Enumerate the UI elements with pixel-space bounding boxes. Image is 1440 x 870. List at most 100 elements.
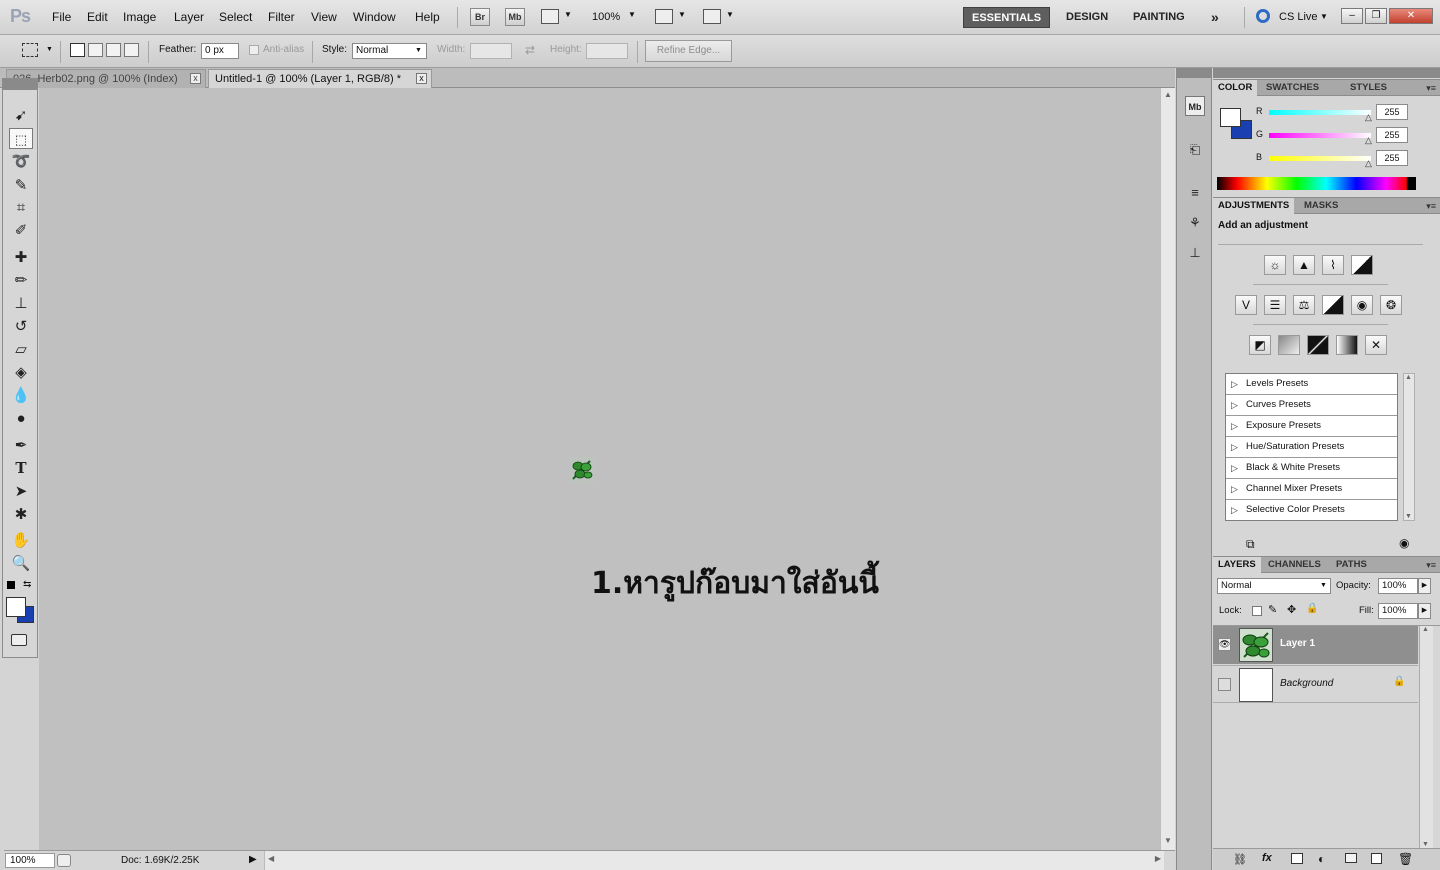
clone-source-panel-icon[interactable]: ⊥	[1185, 243, 1205, 263]
fx-icon[interactable]: fx	[1262, 852, 1272, 864]
menu-layer[interactable]: Layer	[174, 10, 204, 24]
lock-image-icon[interactable]: ✎	[1268, 603, 1277, 616]
subtract-from-selection-icon[interactable]	[106, 43, 121, 57]
opacity-slider-arrow-icon[interactable]: ▶	[1418, 578, 1431, 594]
black-white-icon[interactable]	[1322, 295, 1344, 315]
layer-row-layer-1[interactable]: 👁 Layer 1	[1213, 626, 1418, 664]
custom-shape-tool-icon[interactable]: ✱	[9, 504, 33, 525]
menu-window[interactable]: Window	[353, 10, 396, 24]
zoom-level[interactable]: 100%	[592, 11, 620, 23]
vibrance-icon[interactable]: V	[1235, 295, 1257, 315]
blue-slider[interactable]	[1269, 156, 1371, 161]
posterize-icon[interactable]	[1278, 335, 1300, 355]
presets-scrollbar[interactable]: ▲ ▼	[1403, 373, 1415, 521]
opacity-input[interactable]: 100%	[1378, 578, 1418, 594]
menu-select[interactable]: Select	[219, 10, 252, 24]
tab-untitled-1[interactable]: Untitled-1 @ 100% (Layer 1, RGB/8) * x	[208, 69, 432, 88]
menu-file[interactable]: File	[52, 10, 71, 24]
foreground-color-swatch[interactable]	[1220, 108, 1241, 127]
clone-stamp-tool-icon[interactable]: ⊥	[9, 293, 33, 314]
tools-panel-header[interactable]	[3, 79, 37, 90]
history-panel-icon[interactable]: ⎗	[1185, 140, 1205, 160]
arrange-documents-icon[interactable]	[655, 9, 673, 24]
marquee-tool-icon[interactable]: ⬚	[9, 128, 33, 149]
channel-mixer-icon[interactable]: ❂	[1380, 295, 1402, 315]
add-mask-icon[interactable]	[1291, 853, 1303, 864]
healing-brush-tool-icon[interactable]: ✚	[9, 247, 33, 268]
panel-menu-icon[interactable]: ▾≡	[1426, 83, 1436, 94]
scroll-left-icon[interactable]: ◀	[268, 854, 274, 863]
restore-button[interactable]: ❐	[1365, 8, 1387, 24]
horizontal-scrollbar[interactable]: ◀ ▶	[264, 851, 1164, 870]
paint-bucket-tool-icon[interactable]: ◈	[9, 362, 33, 383]
visibility-eye-icon[interactable]: 👁	[1218, 638, 1231, 651]
rectangular-marquee-preset-icon[interactable]	[22, 43, 38, 57]
layer-row-background[interactable]: Background 🔒	[1213, 665, 1418, 703]
blur-tool-icon[interactable]: 💧	[9, 385, 33, 406]
quick-mask-icon[interactable]	[11, 634, 27, 646]
menu-help[interactable]: Help	[415, 10, 440, 24]
layers-scrollbar[interactable]: ▲ ▼	[1419, 626, 1433, 848]
document-canvas[interactable]	[39, 88, 1160, 850]
swap-dimensions-icon[interactable]: ⇄	[525, 43, 535, 57]
visibility-toggle-empty[interactable]	[1218, 678, 1231, 691]
scroll-down-icon[interactable]: ▼	[1405, 513, 1412, 520]
exposure-icon[interactable]	[1351, 255, 1373, 275]
add-to-selection-icon[interactable]	[88, 43, 103, 57]
hue-saturation-icon[interactable]: ☰	[1264, 295, 1286, 315]
preset-exposure[interactable]: ▷ Exposure Presets	[1226, 416, 1397, 437]
eyedropper-tool-icon[interactable]: ✐	[9, 220, 33, 241]
clip-to-layer-icon[interactable]: ◉	[1399, 536, 1409, 550]
fill-input[interactable]: 100%	[1378, 603, 1418, 619]
tab-adjustments[interactable]: ADJUSTMENTS	[1213, 198, 1295, 214]
preset-hue-saturation[interactable]: ▷ Hue/Saturation Presets	[1226, 437, 1397, 458]
workspace-essentials[interactable]: ESSENTIALS	[963, 7, 1051, 28]
scroll-down-icon[interactable]: ▼	[1164, 836, 1172, 845]
lasso-tool-icon[interactable]: ➰	[9, 151, 33, 172]
bridge-button[interactable]: Br	[470, 8, 490, 26]
icon-strip-header[interactable]	[1177, 68, 1211, 78]
cs-live-button[interactable]: CS Live	[1279, 11, 1318, 23]
tab-swatches[interactable]: SWATCHES	[1261, 80, 1324, 96]
red-value-input[interactable]: 255	[1376, 104, 1408, 120]
menu-filter[interactable]: Filter	[268, 10, 295, 24]
crop-tool-icon[interactable]: ⌗	[9, 197, 33, 218]
eraser-tool-icon[interactable]: ▱	[9, 339, 33, 360]
panel-menu-icon[interactable]: ▾≡	[1426, 560, 1436, 571]
scroll-up-icon[interactable]: ▲	[1164, 90, 1172, 99]
selective-color-icon[interactable]: ✕	[1365, 335, 1387, 355]
red-slider[interactable]	[1269, 110, 1371, 115]
lock-transparent-icon[interactable]	[1252, 606, 1262, 616]
blue-value-input[interactable]: 255	[1376, 150, 1408, 166]
default-colors-icon[interactable]	[7, 581, 15, 589]
panel-menu-icon[interactable]: ▾≡	[1426, 201, 1436, 212]
tab-masks[interactable]: MASKS	[1299, 198, 1343, 214]
new-selection-icon[interactable]	[70, 43, 85, 57]
gradient-map-icon[interactable]	[1336, 335, 1358, 355]
status-icon[interactable]	[57, 854, 71, 867]
workspace-painting[interactable]: PAINTING	[1125, 7, 1193, 28]
minimize-button[interactable]: –	[1341, 8, 1363, 24]
intersect-selection-icon[interactable]	[124, 43, 139, 57]
lock-all-icon[interactable]: 🔒	[1306, 603, 1318, 614]
preset-black-white[interactable]: ▷ Black & White Presets	[1226, 458, 1397, 479]
color-spectrum-ramp[interactable]	[1217, 177, 1416, 190]
workspace-design[interactable]: DESIGN	[1058, 7, 1116, 28]
type-tool-icon[interactable]: T	[9, 458, 33, 479]
anti-alias-checkbox[interactable]	[249, 45, 259, 55]
refine-edge-button[interactable]: Refine Edge...	[645, 40, 732, 62]
close-button[interactable]: ✕	[1389, 8, 1433, 24]
lock-position-icon[interactable]: ✥	[1287, 603, 1296, 616]
dodge-tool-icon[interactable]: ●	[9, 408, 33, 429]
tab-channels[interactable]: CHANNELS	[1263, 557, 1326, 573]
blend-mode-select[interactable]: Normal	[1217, 578, 1331, 594]
feather-input[interactable]: 0 px	[201, 43, 239, 59]
threshold-icon[interactable]	[1307, 335, 1329, 355]
move-tool-icon[interactable]: ➹	[9, 105, 33, 126]
levels-icon[interactable]: ▲	[1293, 255, 1315, 275]
tab-styles[interactable]: STYLES	[1345, 80, 1392, 96]
status-menu-arrow-icon[interactable]: ▶	[249, 854, 257, 865]
new-adjustment-layer-icon[interactable]: ◐	[1318, 852, 1325, 866]
scroll-up-icon[interactable]: ▲	[1405, 374, 1412, 381]
scroll-right-icon[interactable]: ▶	[1155, 854, 1161, 863]
